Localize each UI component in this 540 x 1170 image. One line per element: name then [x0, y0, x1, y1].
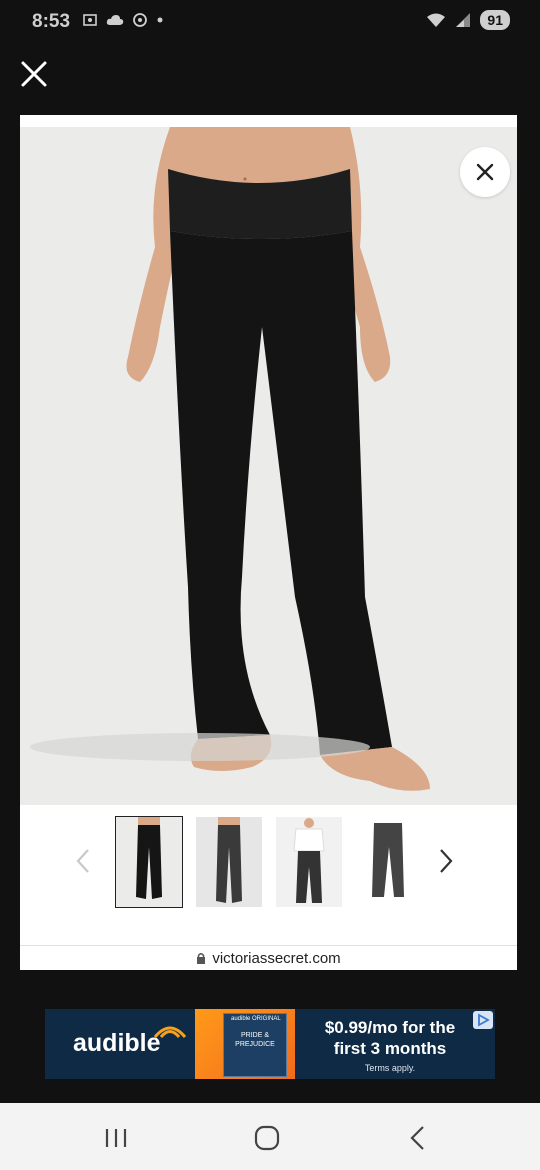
- cloud-icon: [106, 15, 124, 25]
- image-close-button[interactable]: [460, 147, 510, 197]
- ad-terms: Terms apply.: [364, 1063, 416, 1073]
- signal-icon: [456, 13, 471, 27]
- ad-banner[interactable]: audible audible ORIGINAL PRIDE & PREJUDI…: [45, 1009, 495, 1079]
- ad-book-brand: audible ORIGINAL: [231, 1016, 281, 1022]
- lock-icon: [197, 953, 206, 964]
- status-icons-right: 91: [426, 10, 510, 30]
- ad-headline-line1: $0.99/mo for the: [324, 1018, 456, 1037]
- thumbnail-strip: [20, 815, 517, 911]
- thumbnail-3[interactable]: [276, 817, 342, 907]
- dot-icon: [157, 17, 163, 23]
- close-icon[interactable]: [18, 58, 50, 90]
- thumbnail-1[interactable]: [115, 816, 183, 908]
- status-bar: 8:53 91: [0, 0, 540, 44]
- recent-apps-icon[interactable]: [96, 1123, 136, 1153]
- thumbnail-4[interactable]: [356, 817, 422, 907]
- home-icon[interactable]: [247, 1123, 287, 1153]
- sync-icon: [133, 13, 147, 27]
- battery-indicator: 91: [480, 10, 510, 30]
- wifi-icon: [427, 13, 446, 27]
- product-main-image[interactable]: [20, 127, 517, 805]
- chevron-left-icon[interactable]: [72, 847, 96, 875]
- url-bar[interactable]: victoriassecret.com: [20, 945, 517, 970]
- status-icons-left: [82, 12, 164, 28]
- audible-wave-icon: [153, 1026, 187, 1039]
- url-text: victoriassecret.com: [212, 949, 341, 967]
- status-time: 8:53: [32, 11, 71, 32]
- back-icon[interactable]: [398, 1123, 438, 1153]
- image-viewer: victoriassecret.com: [20, 115, 517, 970]
- ad-book-title: PRIDE & PREJUDICE: [235, 1032, 275, 1048]
- chevron-right-icon[interactable]: [433, 847, 457, 875]
- ad-brand: audible: [73, 1029, 161, 1057]
- thumbnail-2[interactable]: [196, 817, 262, 907]
- close-icon: [476, 163, 494, 181]
- adchoices-icon[interactable]: [473, 1011, 493, 1029]
- ad-headline: $0.99/mo for the first 3 months: [305, 1017, 475, 1059]
- screenshot-icon: [83, 14, 97, 26]
- system-nav-bar: [0, 1103, 540, 1170]
- ad-headline-line2: first 3 months: [333, 1039, 447, 1058]
